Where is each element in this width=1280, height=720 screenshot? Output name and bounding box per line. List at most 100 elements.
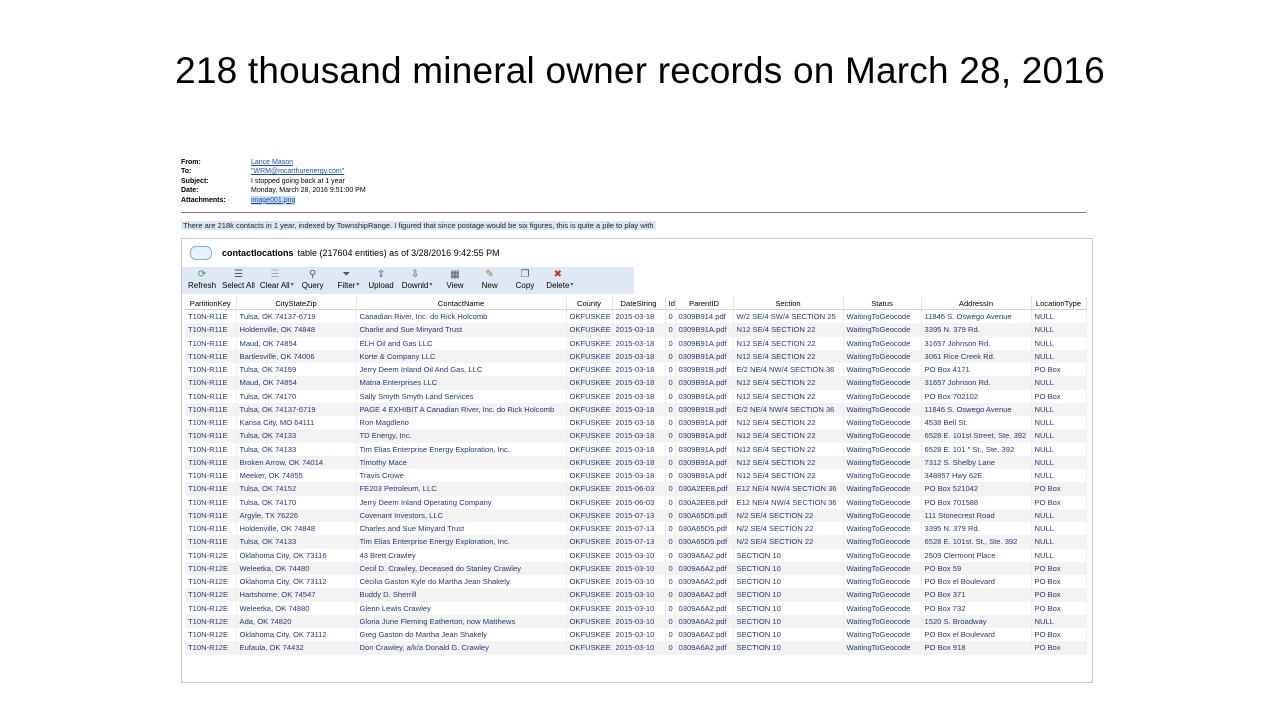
table-row[interactable]: T10N-R11E Broken Arrow, OK 74014 Timothy M… <box>185 455 1087 469</box>
table-row[interactable]: T10N-R11E Tulsa, OK 74133 Tim Elias Enterp… <box>185 535 1087 549</box>
table-row[interactable]: T10N-R12E Hartshorne, OK 74547 Buddy D. Sh… <box>185 588 1087 602</box>
slide-title: 218 thousand mineral owner records on Ma… <box>175 50 1105 91</box>
table-cell: E/2 NE/4 NW/4 SECTION 36 <box>733 363 844 377</box>
download-dropdown-icon[interactable]: ▾ <box>429 281 432 288</box>
table-row[interactable]: T10N-R11E Holdenville, OK 74848 Charles an… <box>185 522 1087 536</box>
table-cell: WaitingToGeocode <box>843 482 922 496</box>
new-button[interactable]: ✎ New <box>482 267 498 292</box>
table-cell: 2015-07-13 <box>612 522 666 536</box>
table-cell: 111 Stonecrest Road <box>921 508 1032 522</box>
table-row[interactable]: T10N-R11E Tulsa, OK 74137-6719 PAGE 4 EXHI… <box>185 402 1087 416</box>
table-cell: OKFUSKEE <box>566 336 613 350</box>
table-row[interactable]: T10N-R12E Oklahoma City, OK 73116 43 Brett… <box>185 548 1087 562</box>
column-header[interactable]: AddressIn <box>921 297 1032 310</box>
table-row[interactable]: T10N-R12E Eufaula, OK 74432 Don Crawley, a… <box>185 641 1087 655</box>
table-cell: 2015-06-03 <box>612 495 666 509</box>
attachment-link[interactable]: image001.png <box>251 195 296 206</box>
table-cell: SECTION 10 <box>733 561 844 575</box>
column-header[interactable]: ParentID <box>675 297 734 310</box>
table-cell: Weleetka, OK 74480 <box>236 561 357 575</box>
column-header[interactable]: County <box>566 297 613 310</box>
table-cell: 0 <box>665 548 676 562</box>
table-row[interactable]: T10N-R12E Weleetka, OK 74480 Cecil D. Craw… <box>185 561 1087 575</box>
table-cell: T10N-R12E <box>185 628 237 642</box>
table-row[interactable]: T10N-R11E Tulsa, OK 74133 Tim Elias Enterp… <box>185 442 1087 456</box>
table-cell: 4538 Bell St. <box>921 416 1032 430</box>
refresh-button[interactable]: ⟳ Refresh <box>188 267 216 292</box>
clear-all-dropdown-icon[interactable]: ▾ <box>291 281 294 288</box>
filter-button[interactable]: ⏷ Filter <box>338 267 356 292</box>
table-cell: 2015-03-10 <box>612 575 666 589</box>
table-cell: 11846 S. Oswego Avenue <box>921 309 1032 324</box>
table-row[interactable]: T10N-R12E Weleetka, OK 74880 Glenn Lewis C… <box>185 601 1087 615</box>
table-cell: 030A2EE8.pdf <box>675 482 734 496</box>
query-button[interactable]: ⚲ Query <box>302 267 324 292</box>
table-cell: 2015-03-10 <box>612 561 666 575</box>
table-cell: 0 <box>665 349 676 363</box>
table-cell: T10N-R11E <box>185 363 237 377</box>
table-row[interactable]: T10N-R11E Tulsa, OK 74133 TD Energy, Inc. O… <box>185 429 1087 443</box>
table-cell: PO Box <box>1031 495 1087 509</box>
table-row[interactable]: T10N-R11E Holdenville, OK 74848 Charlie an… <box>185 323 1087 337</box>
table-cell: SECTION 10 <box>733 548 844 562</box>
table-row[interactable]: T10N-R11E Bartlesville, OK 74006 Korte & C… <box>185 349 1087 363</box>
delete-dropdown-icon[interactable]: ▾ <box>570 281 573 288</box>
download-button[interactable]: ⇩ Downld <box>402 267 429 292</box>
table-cell: WaitingToGeocode <box>843 323 922 337</box>
table-name: contactlocations <box>222 247 294 258</box>
table-cell: N/2 SE/4 SECTION 22 <box>733 535 844 549</box>
column-header[interactable]: DateString <box>612 297 666 310</box>
table-cell: Tulsa, OK 74170 <box>236 495 357 509</box>
table-row[interactable]: T10N-R11E Tulsa, OK 74152 FE203 Petroleum,… <box>185 482 1087 496</box>
select-all-button[interactable]: ☰ Select All <box>222 267 255 292</box>
table-row[interactable]: T10N-R11E Kansa City, MO 64111 Ron Magdlen… <box>185 416 1087 430</box>
table-row[interactable]: T10N-R11E Argyle, TX 76226 Covenant Invest… <box>185 508 1087 522</box>
column-header[interactable]: LocationType <box>1031 297 1087 310</box>
table-row[interactable]: T10N-R11E Maud, OK 74854 Matna Enterprises… <box>185 376 1087 390</box>
table-cell: Charles and Sue Minyard Trust <box>356 522 567 536</box>
table-cell: Tulsa, OK 74133 <box>236 429 357 443</box>
view-button[interactable]: ▦ View <box>446 267 463 292</box>
table-row[interactable]: T10N-R11E Maud, OK 74854 ELH Oil and Gas L… <box>185 336 1087 350</box>
table-row[interactable]: T10N-R12E Oklahoma City, OK 73112 Cecilia … <box>185 575 1087 589</box>
from-link[interactable]: Lance Mason <box>251 158 293 167</box>
table-cell: Tulsa, OK 74133 <box>236 535 357 549</box>
table-cell: NULL <box>1031 614 1087 628</box>
upload-button[interactable]: ⇪ Upload <box>368 267 393 292</box>
to-link[interactable]: "WRM@mcarthurenergy.com" <box>251 167 344 176</box>
table-row[interactable]: T10N-R11E Tulsa, OK 74170 Jerry Deem Inlan… <box>185 495 1087 509</box>
clear-all-button[interactable]: ☰ Clear All <box>260 267 290 292</box>
copy-button[interactable]: ❐ Copy <box>516 267 535 292</box>
table-cell: WaitingToGeocode <box>843 442 922 456</box>
column-header[interactable]: ContactName <box>356 297 567 310</box>
select-all-label: Select All <box>222 281 255 290</box>
table-cell: T10N-R11E <box>185 469 237 483</box>
column-header[interactable]: PartitionKey <box>185 297 237 310</box>
table-cell: Tulsa, OK 74170 <box>236 389 357 403</box>
table-cell: 0309B91A.pdf <box>675 455 734 469</box>
table-row[interactable]: T10N-R11E Tulsa, OK 74159 Jerry Deem Inlan… <box>185 363 1087 377</box>
table-cell: PO Box <box>1031 628 1087 642</box>
table-cell: 0 <box>665 429 676 443</box>
table-row[interactable]: T10N-R11E Tulsa, OK 74170 Sally Smyth Smyt… <box>185 389 1087 403</box>
delete-button[interactable]: ✖ Delete <box>546 267 569 292</box>
table-row[interactable]: T10N-R11E Tulsa, OK 74137-6719 Canadian Ri… <box>185 309 1087 324</box>
copy-icon: ❐ <box>520 269 530 280</box>
table-cell: Tulsa, OK 74133 <box>236 442 357 456</box>
column-header[interactable]: Status <box>843 297 922 310</box>
table-row[interactable]: T10N-R12E Oklahoma City, OK 73112 Greg Gas… <box>185 628 1087 642</box>
column-header[interactable]: Section <box>733 297 844 310</box>
column-header[interactable]: CityStateZip <box>236 297 357 310</box>
filter-dropdown-icon[interactable]: ▾ <box>356 281 359 288</box>
table-row[interactable]: T10N-R12E Ada, OK 74820 Gloria June Flemin… <box>185 614 1087 628</box>
table-cell: Tulsa, OK 74159 <box>236 363 357 377</box>
table-cell: 2015-03-18 <box>612 309 666 324</box>
table-cell: 2015-03-18 <box>612 363 666 377</box>
table-cell: 2015-03-18 <box>612 442 666 456</box>
table-cell: Oklahoma City, OK 73112 <box>236 628 357 642</box>
table-cell: 0 <box>665 641 676 655</box>
table-row[interactable]: T10N-R11E Meeker, OK 74855 Travis Crowe OKF… <box>185 469 1087 483</box>
table-cell: OKFUSKEE <box>566 402 613 416</box>
column-header[interactable]: Id <box>665 297 676 310</box>
table-cell: Tim Elias Enterprise Energy Exploration,… <box>356 535 567 549</box>
